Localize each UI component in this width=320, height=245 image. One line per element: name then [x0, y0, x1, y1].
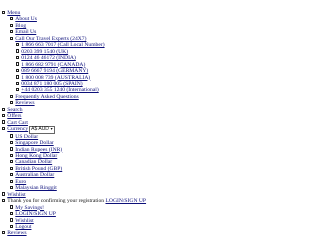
bullet-icon — [10, 23, 14, 27]
phone-link[interactable]: 1 800 008 739 (AUSTRALIA) — [21, 75, 90, 81]
bullet-icon — [10, 101, 14, 105]
wishlist-sub-link[interactable]: Wishlist — [15, 218, 33, 224]
currency-option-link[interactable]: Canadian Dollar — [15, 159, 52, 165]
currency-option-link[interactable]: Singapore Dollar — [15, 140, 53, 146]
bullet-icon — [10, 160, 14, 164]
bullet-icon — [2, 107, 6, 111]
bullet-icon — [10, 173, 14, 177]
bullet-icon — [16, 62, 20, 66]
offers-link[interactable]: Offers — [7, 113, 21, 119]
bullet-icon — [2, 120, 6, 124]
login-signup-sub-link[interactable]: LOGIN/SIGN UP — [15, 211, 56, 217]
bullet-icon — [16, 75, 20, 79]
wishlist-link[interactable]: Wishlist — [7, 192, 25, 198]
bullet-icon — [10, 166, 14, 170]
chevron-down-icon: ▼ — [49, 127, 54, 132]
bullet-icon — [10, 205, 14, 209]
bullet-icon — [10, 224, 14, 228]
bullet-icon — [10, 179, 14, 183]
menu-link[interactable]: Menu — [7, 10, 20, 16]
email-us-link[interactable]: Email Us — [15, 29, 36, 35]
currency-link[interactable]: Currency — [7, 126, 28, 132]
phone-link[interactable]: 1 866 682 9791 (CANADA) — [21, 62, 85, 68]
logout-link[interactable]: Logout — [15, 224, 31, 230]
currency-option-link[interactable]: British Pound (GBP) — [15, 166, 62, 172]
bullet-icon — [10, 147, 14, 151]
bullet-icon — [2, 113, 6, 118]
bullet-icon — [10, 211, 14, 216]
reviews-item[interactable]: Reviews — [2, 230, 320, 236]
blog-link[interactable]: Blog — [15, 23, 26, 29]
call-experts-link[interactable]: Call Our Travel Experts (24X7) — [15, 36, 86, 42]
currency-option-link[interactable]: US Dollar — [15, 134, 38, 140]
bullet-icon — [2, 198, 6, 203]
about-us-link[interactable]: About Us — [15, 16, 37, 22]
bullet-icon — [2, 126, 6, 131]
bullet-icon — [16, 55, 20, 60]
currency-option-link[interactable]: Hong Kong Dollar — [15, 153, 57, 159]
bullet-icon — [10, 36, 14, 40]
bullet-icon — [16, 81, 20, 85]
faq-link[interactable]: Frequently Asked Questions — [15, 94, 78, 100]
bullet-icon — [10, 94, 14, 98]
search-link[interactable]: Search — [7, 107, 22, 113]
main-nav: Menu About Us Blog Email Us Call Our Tra… — [2, 10, 320, 237]
currency-select[interactable]: A$ AUD▼ — [29, 126, 56, 134]
bullet-icon — [16, 68, 20, 73]
currency-selected: A$ AUD — [31, 126, 49, 133]
currency-item[interactable]: Currency A$ AUD▼ — [2, 126, 320, 134]
phone-link[interactable]: +44 0203 355 1240 (International) — [21, 87, 98, 93]
bullet-icon — [10, 185, 14, 190]
currency-option-link[interactable]: Indian Rupees (INR) — [15, 147, 62, 153]
phone-link[interactable]: 0203 399 1540 (UK) — [21, 49, 68, 55]
page: Menu About Us Blog Email Us Call Our Tra… — [0, 0, 320, 237]
my-savings-link[interactable]: My Savings! — [15, 205, 44, 211]
reviews-bottom-link[interactable]: Reviews — [7, 230, 26, 236]
phone-link[interactable]: 0124 46 46172 (INDIA) — [21, 55, 76, 61]
bullet-icon — [10, 153, 14, 158]
bullet-icon — [10, 30, 14, 34]
bullet-icon — [10, 140, 14, 145]
currency-option-link[interactable]: Australian Dollar — [15, 172, 54, 178]
currency-option-link[interactable]: Malaysian Ringgit — [15, 185, 56, 191]
bullet-icon — [2, 10, 6, 14]
bullet-icon — [2, 231, 6, 235]
bullet-icon — [2, 192, 6, 196]
cart-link[interactable]: Cart Cart — [7, 120, 28, 126]
bullet-icon — [16, 42, 20, 47]
currency-option-link[interactable]: Euro — [15, 179, 26, 185]
phone-link[interactable]: 089 6667 9194 (GERMANY) — [21, 68, 88, 74]
bullet-icon — [10, 134, 14, 138]
bullet-icon — [10, 17, 14, 21]
phone-link[interactable]: 1 866 663 7017 (Call Local Number) — [21, 42, 104, 48]
bullet-icon — [16, 88, 20, 92]
reviews-link[interactable]: Reviews — [15, 100, 34, 106]
bullet-icon — [16, 49, 20, 53]
login-signup-link[interactable]: LOGIN/SIGN UP — [105, 198, 146, 204]
thankyou-text: Thank you for confirming your registrati… — [7, 198, 105, 205]
bullet-icon — [10, 218, 14, 222]
